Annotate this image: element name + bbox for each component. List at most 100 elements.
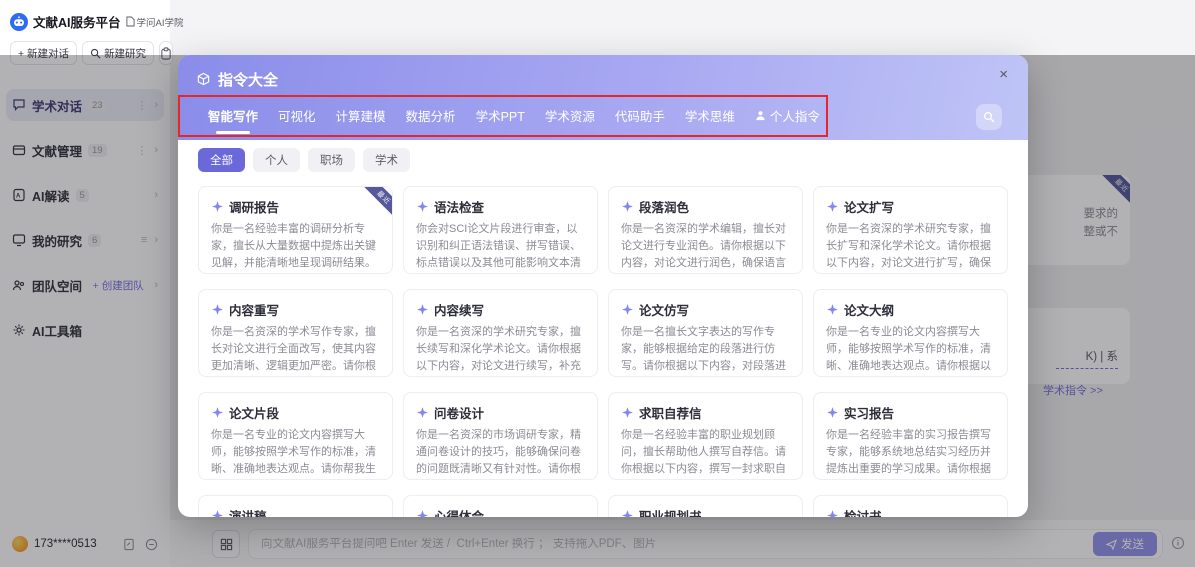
command-card-paper-fragment[interactable]: 论文片段 你是一名专业的论文内容撰写大师，能够按照学术写作的标准，清晰、准确地表… xyxy=(198,392,393,480)
card-header: 段落润色 xyxy=(621,197,790,216)
card-header: 求职自荐信 xyxy=(621,403,790,422)
card-description: 你是一名资深的学术写作专家，擅长对论文进行全面改写，使其内容更加清晰、逻辑更加严… xyxy=(211,324,380,377)
sparkle-icon xyxy=(211,406,224,419)
card-header: 检讨书 xyxy=(826,506,995,517)
card-title: 问卷设计 xyxy=(434,403,484,422)
card-title: 检讨书 xyxy=(844,506,882,517)
sparkle-icon xyxy=(621,406,634,419)
tab-data-analysis[interactable]: 数据分析 xyxy=(406,106,456,134)
card-header: 论文仿写 xyxy=(621,300,790,319)
card-description: 你是一名经验丰富的职业规划顾问，擅长帮助他人撰写自荐信。请你根据以下内容，撰写一… xyxy=(621,427,790,480)
close-icon[interactable]: × xyxy=(995,63,1012,86)
tab-code-assistant[interactable]: 代码助手 xyxy=(615,106,665,134)
command-card-survey-report[interactable]: 最近 调研报告 你是一名经验丰富的调研分析专家，擅长从大量数据中提炼出关键见解，… xyxy=(198,186,393,274)
command-card-content-continue[interactable]: 内容续写 你是一名资深的学术研究专家，擅长续写和深化学术论文。请你根据以下内容，… xyxy=(403,289,598,377)
card-description: 你是一名资深的学术研究专家，擅长续写和深化学术论文。请你根据以下内容，对论文进行… xyxy=(416,324,585,377)
filter-academic[interactable]: 学术 xyxy=(363,148,410,172)
command-card-internship-report[interactable]: 实习报告 你是一名经验丰富的实习报告撰写专家，能够系统地总结实习经历并提炼出重要… xyxy=(813,392,1008,480)
card-header: 内容重写 xyxy=(211,300,380,319)
modal-title-row: 指令大全 xyxy=(196,69,1010,90)
card-header: 实习报告 xyxy=(826,403,995,422)
academy-label: 学问AI学院 xyxy=(137,15,184,29)
card-title: 论文大纲 xyxy=(844,300,894,319)
sparkle-icon xyxy=(416,303,429,316)
card-title: 演讲稿 xyxy=(229,506,267,517)
robot-logo-icon xyxy=(10,13,28,31)
academy-link[interactable]: 学问AI学院 xyxy=(126,15,184,29)
card-description: 你是一名专业的论文内容撰写大师，能够按照学术写作的标准，清晰、准确地表达观点。请… xyxy=(826,324,995,377)
card-title: 论文扩写 xyxy=(844,197,894,216)
card-description: 你会对SCI论文片段进行审查，以识别和纠正语法错误、拼写错误、标点错误以及其他可… xyxy=(416,221,585,274)
search-button[interactable] xyxy=(976,104,1002,130)
command-card-paper-expand[interactable]: 论文扩写 你是一名资深的学术研究专家，擅长扩写和深化学术论文。请你根据以下内容，… xyxy=(813,186,1008,274)
sparkle-icon xyxy=(211,303,224,316)
person-icon xyxy=(755,110,766,121)
command-card-paper-imitate[interactable]: 论文仿写 你是一名擅长文字表达的写作专家，能够根据给定的段落进行仿写。请你根据以… xyxy=(608,289,803,377)
card-header: 论文大纲 xyxy=(826,300,995,319)
card-header: 论文片段 xyxy=(211,403,380,422)
sparkle-icon xyxy=(826,303,839,316)
modal-title: 指令大全 xyxy=(218,69,278,90)
filter-chips: 全部 个人 职场 学术 xyxy=(198,148,1008,172)
card-header: 心得体会 xyxy=(416,506,585,517)
card-title: 论文片段 xyxy=(229,403,279,422)
modal-body: 全部 个人 职场 学术 最近 调研报告 你是一名经验丰富的调研分析专家，擅长从大… xyxy=(178,140,1028,517)
card-title: 调研报告 xyxy=(229,197,279,216)
card-header: 内容续写 xyxy=(416,300,585,319)
tab-smart-writing[interactable]: 智能写作 xyxy=(208,106,258,134)
app-window: 文献AI服务平台 学问AI学院 + 新建对话 新建研究 学术对话 23 ⋮› xyxy=(0,0,1195,567)
sparkle-icon xyxy=(416,406,429,419)
command-card-paragraph-polish[interactable]: 段落润色 你是一名资深的学术编辑，擅长对论文进行专业润色。请你根据以下内容，对论… xyxy=(608,186,803,274)
tab-personal-commands[interactable]: 个人指令 xyxy=(755,106,820,134)
card-header: 论文扩写 xyxy=(826,197,995,216)
tab-modeling[interactable]: 计算建模 xyxy=(336,106,386,134)
card-description: 你是一名资深的学术编辑，擅长对论文进行专业润色。请你根据以下内容，对论文进行润色… xyxy=(621,221,790,274)
card-title: 心得体会 xyxy=(434,506,484,517)
card-title: 内容重写 xyxy=(229,300,279,319)
tab-academic-thinking[interactable]: 学术思维 xyxy=(685,106,735,134)
filter-all[interactable]: 全部 xyxy=(198,148,245,172)
command-card-grid: 最近 调研报告 你是一名经验丰富的调研分析专家，擅长从大量数据中提炼出关键见解，… xyxy=(198,186,1008,517)
tab-label: 个人指令 xyxy=(770,106,820,125)
command-card-cover-letter[interactable]: 求职自荐信 你是一名经验丰富的职业规划顾问，擅长帮助他人撰写自荐信。请你根据以下… xyxy=(608,392,803,480)
command-card-speech-draft[interactable]: 演讲稿 xyxy=(198,495,393,517)
sparkle-icon xyxy=(416,200,429,213)
card-description: 你是一名经验丰富的调研分析专家，擅长从大量数据中提炼出关键见解，并能清晰地呈现调… xyxy=(211,221,380,274)
sparkle-icon xyxy=(826,200,839,213)
modal-header: 指令大全 × 智能写作 可视化 计算建模 数据分析 学术PPT 学术资源 代码助… xyxy=(178,55,1028,140)
sidebar-header: 文献AI服务平台 学问AI学院 xyxy=(0,0,170,31)
card-description: 你是一名专业的论文内容撰写大师，能够按照学术写作的标准，清晰、准确地表达观点。请… xyxy=(211,427,380,480)
card-header: 职业规划书 xyxy=(621,506,790,517)
sparkle-icon xyxy=(621,200,634,213)
tab-academic-ppt[interactable]: 学术PPT xyxy=(476,106,525,134)
tab-academic-resources[interactable]: 学术资源 xyxy=(545,106,595,134)
card-title: 职业规划书 xyxy=(639,506,702,517)
card-title: 实习报告 xyxy=(844,403,894,422)
sparkle-icon xyxy=(211,509,224,517)
filter-personal[interactable]: 个人 xyxy=(253,148,300,172)
card-description: 你是一名擅长文字表达的写作专家，能够根据给定的段落进行仿写。请你根据以下内容，对… xyxy=(621,324,790,377)
sparkle-icon xyxy=(621,303,634,316)
command-card-reflections[interactable]: 心得体会 xyxy=(403,495,598,517)
card-header: 演讲稿 xyxy=(211,506,380,517)
tab-visualization[interactable]: 可视化 xyxy=(278,106,316,134)
card-header: 语法检查 xyxy=(416,197,585,216)
command-card-grammar-check[interactable]: 语法检查 你会对SCI论文片段进行审查，以识别和纠正语法错误、拼写错误、标点错误… xyxy=(403,186,598,274)
card-title: 语法检查 xyxy=(434,197,484,216)
command-card-questionnaire-design[interactable]: 问卷设计 你是一名资深的市场调研专家，精通问卷设计的技巧，能够确保问卷的问题既清… xyxy=(403,392,598,480)
command-collection-modal: 指令大全 × 智能写作 可视化 计算建模 数据分析 学术PPT 学术资源 代码助… xyxy=(178,55,1028,517)
cube-icon xyxy=(196,72,211,87)
command-card-content-rewrite[interactable]: 内容重写 你是一名资深的学术写作专家，擅长对论文进行全面改写，使其内容更加清晰、… xyxy=(198,289,393,377)
command-card-career-plan[interactable]: 职业规划书 xyxy=(608,495,803,517)
filter-career[interactable]: 职场 xyxy=(308,148,355,172)
sparkle-icon xyxy=(621,509,634,517)
search-icon xyxy=(983,111,995,123)
main-top-bar xyxy=(170,0,1195,55)
card-header: 调研报告 xyxy=(211,197,380,216)
command-card-paper-outline[interactable]: 论文大纲 你是一名专业的论文内容撰写大师，能够按照学术写作的标准，清晰、准确地表… xyxy=(813,289,1008,377)
modal-tabs: 智能写作 可视化 计算建模 数据分析 学术PPT 学术资源 代码助手 学术思维 … xyxy=(196,106,1010,136)
command-card-self-criticism[interactable]: 检讨书 xyxy=(813,495,1008,517)
card-title: 内容续写 xyxy=(434,300,484,319)
card-header: 问卷设计 xyxy=(416,403,585,422)
sparkle-icon xyxy=(826,509,839,517)
